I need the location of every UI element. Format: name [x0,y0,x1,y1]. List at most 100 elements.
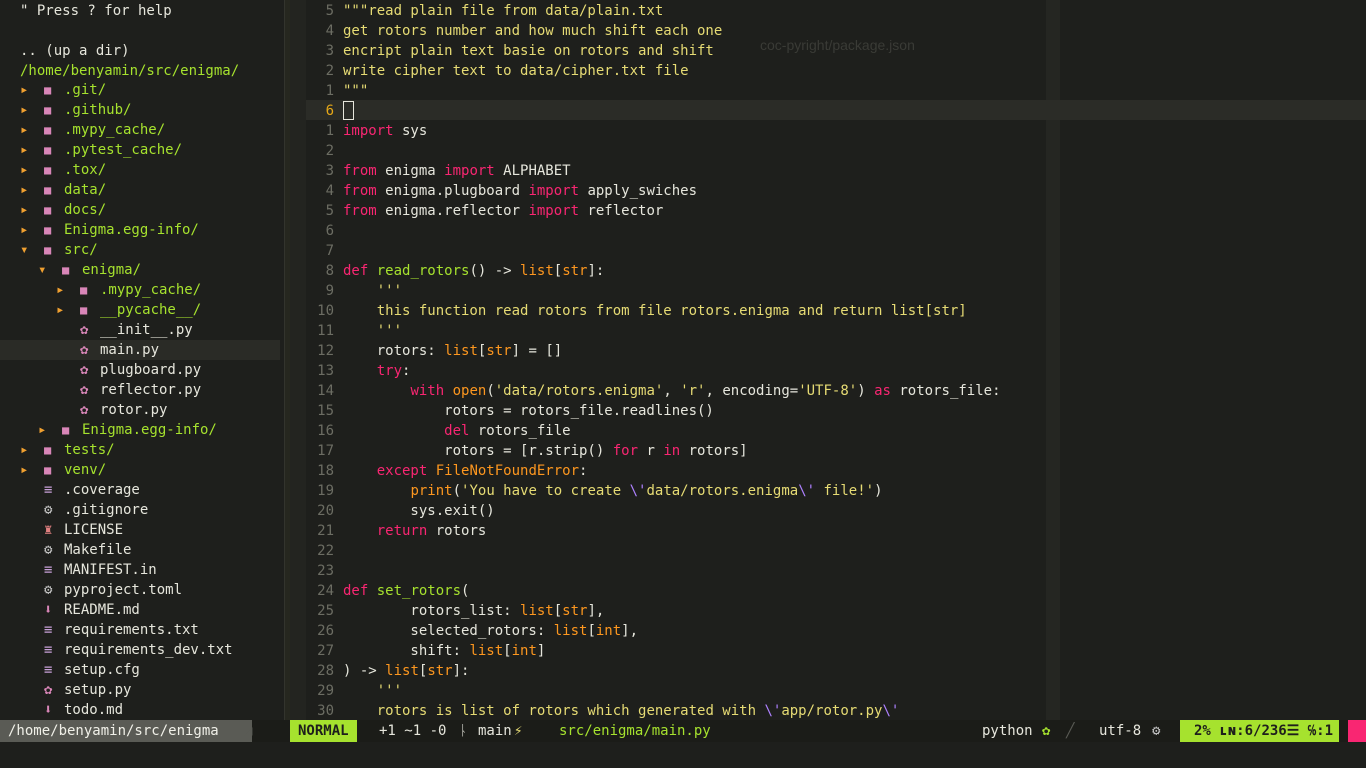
tree-file[interactable]: ⬇ README.md [0,600,280,620]
code-line[interactable] [343,101,354,121]
tree-file[interactable]: ⚙ pyproject.toml [0,580,280,600]
line-number: 29 [317,683,334,699]
code-token: get rotors number and how much shift eac… [343,23,723,39]
code-line[interactable]: rotors is list of rotors which generated… [343,701,900,720]
tree-folder[interactable]: ▾ ■ enigma/ [0,260,280,280]
chevron-down-icon[interactable]: ▾ [38,260,46,280]
chevron-right-icon[interactable]: ▸ [20,180,28,200]
code-line[interactable]: from enigma.reflector import reflector [343,201,663,221]
code-line[interactable]: rotors: list[str] = [] [343,341,562,361]
chevron-right-icon[interactable]: ▸ [20,220,28,240]
code-line[interactable]: return rotors [343,521,487,541]
code-line[interactable]: from enigma.plugboard import apply_swich… [343,181,697,201]
file-name: plugboard.py [100,362,202,378]
chevron-down-icon[interactable]: ▾ [20,240,28,260]
chevron-right-icon[interactable]: ▸ [20,100,28,120]
chevron-right-icon[interactable]: ▸ [56,300,64,320]
chevron-right-icon[interactable]: ▸ [20,160,28,180]
code-line[interactable]: try: [343,361,411,381]
chevron-right-icon[interactable]: ▸ [20,80,28,100]
code-line[interactable]: encript plain text basie on rotors and s… [343,41,714,61]
up-directory[interactable]: .. (up a dir) [20,41,284,61]
tree-folder[interactable]: ▸ ■ .mypy_cache/ [0,120,280,140]
tree-file[interactable]: ≡ setup.cfg [0,660,280,680]
code-token: ( [452,483,462,499]
code-line[interactable]: sys.exit() [343,501,495,521]
tree-file[interactable]: ✿ plugboard.py [0,360,280,380]
tree-file[interactable]: ≡ requirements.txt [0,620,280,640]
line-number: 2 [325,63,334,79]
tree-folder[interactable]: ▸ ■ __pycache__/ [0,300,280,320]
tree-folder[interactable]: ▸ ■ data/ [0,180,280,200]
tree-folder[interactable]: ▸ ■ tests/ [0,440,280,460]
trailing-marker [1348,720,1366,742]
code-line[interactable]: rotors_list: list[str], [343,601,604,621]
chevron-right-icon[interactable]: ▸ [56,280,64,300]
code-line[interactable]: ''' [343,281,402,301]
code-line[interactable]: except FileNotFoundError: [343,461,588,481]
editor-pane[interactable]: 5 """read plain file from data/plain.txt 4… [306,0,1366,720]
tree-folder[interactable]: ▾ ■ src/ [0,240,280,260]
code-token: ] = [] [511,343,563,359]
code-line[interactable]: """ [343,81,368,101]
tree-folder[interactable]: ▸ ■ Enigma.egg-info/ [0,420,280,440]
tree-folder[interactable]: ▸ ■ Enigma.egg-info/ [0,220,280,240]
code-line[interactable]: def set_rotors( [343,581,469,601]
code-line[interactable]: import sys [343,121,427,141]
file-tree-panel[interactable]: " Press ? for help .. (up a dir)/home/ben… [0,0,284,720]
tree-folder[interactable]: ▸ ■ docs/ [0,200,280,220]
tree-file[interactable]: ≡ .coverage [0,480,280,500]
code-line[interactable]: rotors = [r.strip() for r in rotors] [343,441,747,461]
tree-file[interactable]: ⚙ Makefile [0,540,280,560]
tree-file[interactable]: ⬇ todo.md [0,700,280,720]
code-line[interactable]: """read plain file from data/plain.txt [343,1,663,21]
code-token: rotors: [343,343,445,359]
tree-folder[interactable]: ▸ ■ .github/ [0,100,280,120]
tree-file[interactable]: ✿ setup.py [0,680,280,700]
tree-folder[interactable]: ▸ ■ venv/ [0,460,280,480]
chevron-right-icon[interactable]: ▸ [20,120,28,140]
chevron-right-icon[interactable]: ▸ [20,200,28,220]
code-line[interactable]: from enigma import ALPHABET [343,161,571,181]
file-name: requirements_dev.txt [64,642,233,658]
tree-file[interactable]: ✿ __init__.py [0,320,280,340]
code-line[interactable]: shift: list[int] [343,641,545,661]
chevron-right-icon[interactable]: ▸ [38,420,46,440]
code-line[interactable]: this function read rotors from file roto… [343,301,967,321]
code-line[interactable]: rotors = rotors_file.readlines() [343,401,714,421]
code-token: sys.exit() [343,503,495,519]
chevron-right-icon[interactable]: ▸ [20,140,28,160]
tree-file[interactable]: ✿ main.py [0,340,280,360]
tree-file[interactable]: ♜ LICENSE [0,520,280,540]
tree-file[interactable]: ✿ rotor.py [0,400,280,420]
code-line[interactable]: def read_rotors() -> list[str]: [343,261,604,281]
tree-folder[interactable]: ▸ ■ .tox/ [0,160,280,180]
tree-root-path[interactable]: /home/benyamin/src/enigma/ [20,61,284,81]
code-line[interactable]: del rotors_file [343,421,570,441]
command-line[interactable] [0,742,1366,768]
code-line[interactable]: ''' [343,681,402,701]
code-line[interactable]: ''' [343,321,402,341]
chevron-right-icon[interactable]: ▸ [20,460,28,480]
tree-file[interactable]: ≡ MANIFEST.in [0,560,280,580]
python-icon: ✿ [44,682,53,698]
code-line[interactable]: with open('data/rotors.enigma', 'r', enc… [343,381,1000,401]
chevron-right-icon[interactable]: ▸ [20,440,28,460]
tree-folder[interactable]: ▸ ■ .mypy_cache/ [0,280,280,300]
line-number: 22 [317,543,334,559]
code-line[interactable]: write cipher text to data/cipher.txt fil… [343,61,689,81]
tree-folder[interactable]: ▸ ■ .git/ [0,80,280,100]
tree-file[interactable]: ≡ requirements_dev.txt [0,640,280,660]
python-icon: ✿ [80,402,89,418]
code-line[interactable]: ) -> list[str]: [343,661,469,681]
code-line[interactable]: selected_rotors: list[int], [343,621,638,641]
code-token: ]: [587,263,605,279]
tree-file[interactable]: ⚙ .gitignore [0,500,280,520]
code-token: : [579,463,588,479]
tree-file[interactable]: ✿ reflector.py [0,380,280,400]
code-line[interactable]: get rotors number and how much shift eac… [343,21,722,41]
code-line[interactable]: print('You have to create \'data/rotors.… [343,481,882,501]
tree-folder[interactable]: ▸ ■ .pytest_cache/ [0,140,280,160]
